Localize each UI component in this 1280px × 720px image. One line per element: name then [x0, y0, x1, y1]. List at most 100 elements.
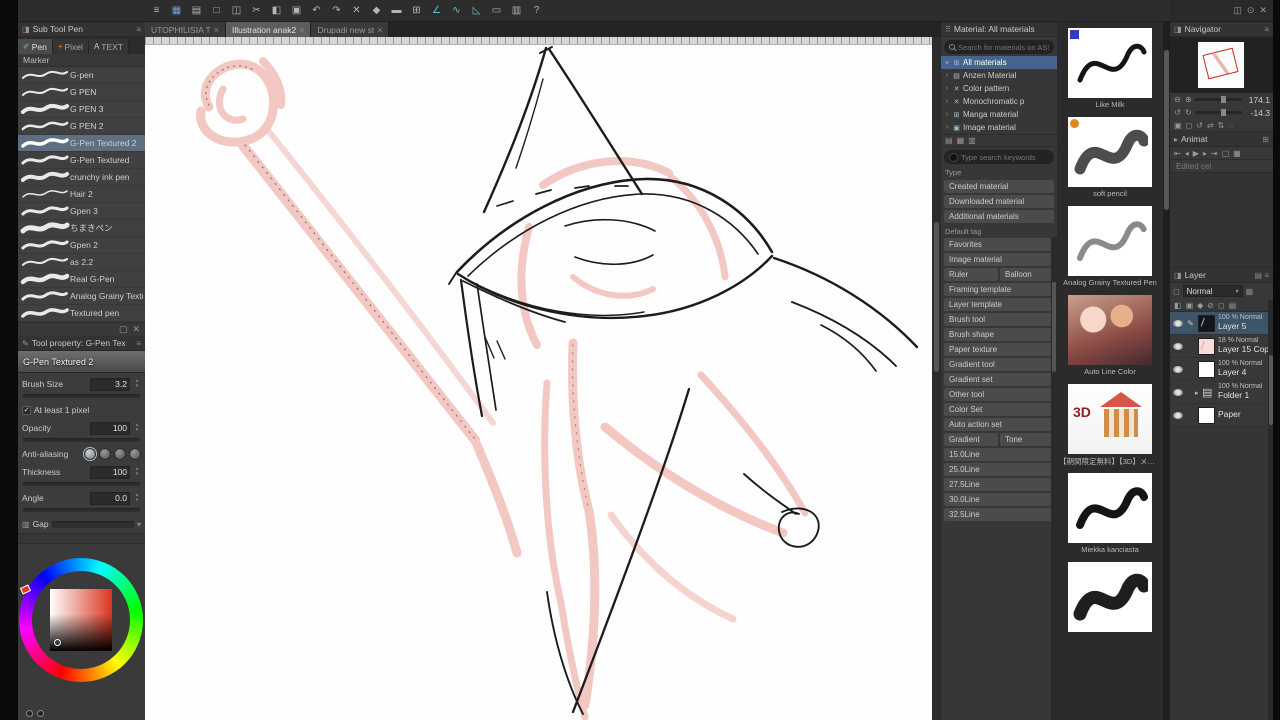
brush-item[interactable]: Hair 2 — [18, 186, 145, 203]
thumbnail-view-icon[interactable]: ▦ — [957, 136, 965, 145]
material-search-input[interactable] — [958, 42, 1049, 52]
document-tab[interactable]: Drupadi new st × — [311, 22, 390, 37]
delete-subtool-icon[interactable]: ✕ — [132, 324, 140, 335]
dock-panel-icon[interactable]: ◫ — [1233, 5, 1242, 16]
anti-aliasing-weak[interactable] — [99, 448, 111, 460]
tag-chip[interactable]: Gradient — [944, 433, 998, 446]
play-icon[interactable]: ▶ — [1193, 149, 1199, 158]
animation-grid-icon[interactable]: ⊞ — [1262, 135, 1269, 144]
tag-chip[interactable]: Layer template — [944, 298, 1054, 311]
opacity-stepper[interactable]: ▴ ▾ — [133, 423, 141, 433]
panel-menu-icon[interactable]: ≡ — [136, 25, 141, 34]
material-thumbnail[interactable] — [1068, 206, 1152, 276]
navigator-view-rectangle[interactable] — [1202, 47, 1239, 80]
layer-opacity-icon[interactable]: ▦ — [1246, 287, 1254, 296]
brush-size-value[interactable]: 3.2 — [90, 377, 130, 391]
ruler-icon[interactable]: ▭ — [488, 3, 505, 19]
tree-chevron-icon[interactable]: › — [944, 85, 950, 92]
visibility-eye-icon[interactable] — [1173, 365, 1183, 373]
spin-down-icon[interactable]: ▾ — [136, 428, 139, 433]
material-list-scrollbar[interactable] — [1163, 22, 1170, 720]
tag-chip[interactable]: 32.5Line — [944, 508, 1054, 521]
tag-chip[interactable]: 15.0Line — [944, 448, 1054, 461]
tag-chip[interactable]: Framing template — [944, 283, 1054, 296]
document-tab[interactable]: UTOPHILISIA T × — [145, 22, 226, 37]
min-pixel-checkbox[interactable]: ✓ — [22, 405, 31, 415]
tree-chevron-icon[interactable]: › — [944, 111, 950, 118]
tree-chevron-icon[interactable]: › — [944, 98, 950, 105]
brush-item[interactable]: Real G-Pen — [18, 271, 145, 288]
timeline-icon[interactable]: ▥ — [508, 3, 525, 19]
copy-icon[interactable]: ◧ — [268, 3, 285, 19]
layer-row[interactable]: 100 % Normal Layer 4 — [1170, 358, 1273, 381]
brush-group-header[interactable]: Marker — [18, 54, 145, 67]
brush-item[interactable]: G-Pen Textured 2 — [18, 135, 145, 152]
material-tree-item[interactable]: › ▤ Anzen Material — [941, 69, 1057, 82]
paste-icon[interactable]: ▣ — [288, 3, 305, 19]
layer-thumbnail[interactable] — [1198, 360, 1215, 378]
list-view-icon[interactable]: ▤ — [945, 136, 953, 145]
close-tab-icon[interactable]: × — [377, 25, 382, 35]
tree-chevron-icon[interactable]: › — [944, 124, 950, 131]
visibility-eye-icon[interactable] — [1173, 388, 1183, 396]
material-thumbnail[interactable] — [1068, 473, 1152, 543]
redo-icon[interactable]: ↷ — [328, 3, 345, 19]
rotate-slider[interactable] — [1195, 109, 1242, 116]
tag-chip[interactable]: Gradient tool — [944, 358, 1054, 371]
onion-skin-icon[interactable]: ▦ — [1233, 149, 1241, 158]
scrollbar-thumb[interactable] — [934, 222, 939, 372]
mask-icon[interactable]: ◻ — [1218, 301, 1225, 310]
tag-chip[interactable]: Image material — [944, 253, 1054, 266]
brush-item[interactable]: G-Pen Textured — [18, 152, 145, 169]
fill-icon[interactable]: ◆ — [368, 3, 385, 19]
gap-slider[interactable] — [51, 520, 134, 528]
anti-aliasing-none[interactable] — [83, 447, 97, 461]
brush-item[interactable]: crunchy ink pen — [18, 169, 145, 186]
material-tree-item[interactable]: › ✕ Monochromatic p — [941, 95, 1057, 108]
material-item[interactable] — [1057, 556, 1163, 645]
cut-icon[interactable]: ✂ — [248, 3, 265, 19]
help-icon[interactable]: ? — [528, 3, 545, 19]
type-filter-button[interactable]: Additional materials — [944, 210, 1054, 223]
layer-thumbnail[interactable] — [1198, 406, 1215, 424]
main-menu-icon[interactable]: ≡ — [148, 3, 165, 19]
visibility-eye-icon[interactable] — [1173, 319, 1183, 327]
opacity-value[interactable]: 100 — [90, 421, 130, 435]
type-filter-button[interactable]: Downloaded material — [944, 195, 1054, 208]
flip-vertical-icon[interactable]: ⇅ — [1218, 121, 1225, 130]
brush-item[interactable]: ちまきペン — [18, 220, 145, 237]
detail-view-icon[interactable]: ▥ — [968, 136, 976, 145]
color-picker-marker[interactable] — [54, 639, 61, 646]
scrollbar-thumb[interactable] — [1164, 50, 1169, 210]
brush-item[interactable]: G PEN 3 — [18, 101, 145, 118]
close-panel-icon[interactable]: ✕ — [1259, 5, 1267, 16]
subtool-tab[interactable]: ✐ Pen — [18, 39, 53, 54]
close-tab-icon[interactable]: × — [299, 25, 304, 35]
pin-panel-icon[interactable]: ⊙ — [1247, 5, 1255, 16]
anti-aliasing-strong[interactable] — [129, 448, 141, 460]
tag-chip[interactable]: Brush tool — [944, 313, 1054, 326]
blend-mode-select[interactable]: Normal ▾ — [1182, 285, 1243, 297]
zoom-out-icon[interactable]: ⊖ — [1173, 95, 1182, 104]
save-icon[interactable]: ◫ — [228, 3, 245, 19]
brush-item[interactable]: as 2.2 — [18, 254, 145, 271]
panel-menu-icon[interactable]: ≡ — [136, 339, 141, 348]
tag-chip[interactable]: Paper texture — [944, 343, 1054, 356]
subtool-tab[interactable]: + Pixel — [52, 39, 89, 54]
next-frame-icon[interactable]: ▸ — [1203, 149, 1207, 158]
brush-item[interactable]: Gpen 2 — [18, 237, 145, 254]
spin-down-icon[interactable]: ▾ — [136, 498, 139, 503]
material-tree-item[interactable]: › ▣ Image material — [941, 121, 1057, 134]
brush-item[interactable]: Textured pen — [18, 305, 145, 322]
tag-chip[interactable]: Tone — [1000, 433, 1054, 446]
animation-collapse-icon[interactable]: ▸ — [1174, 135, 1178, 144]
slider-thumb[interactable] — [1220, 109, 1226, 116]
copy-subtool-icon[interactable]: ▢ — [119, 324, 128, 335]
brush-item[interactable]: G PEN 2 — [18, 118, 145, 135]
fit-screen-icon[interactable]: ▣ — [1174, 121, 1182, 130]
layer-row[interactable]: 18 % Normal Layer 15 Copy — [1170, 335, 1273, 358]
brush-item[interactable]: Gpen 3 — [18, 203, 145, 220]
layer-menu-icon[interactable]: ≡ — [1264, 271, 1269, 280]
subtool-tab[interactable]: A TEXT — [88, 39, 130, 54]
keyword-search-input[interactable] — [961, 152, 1049, 162]
